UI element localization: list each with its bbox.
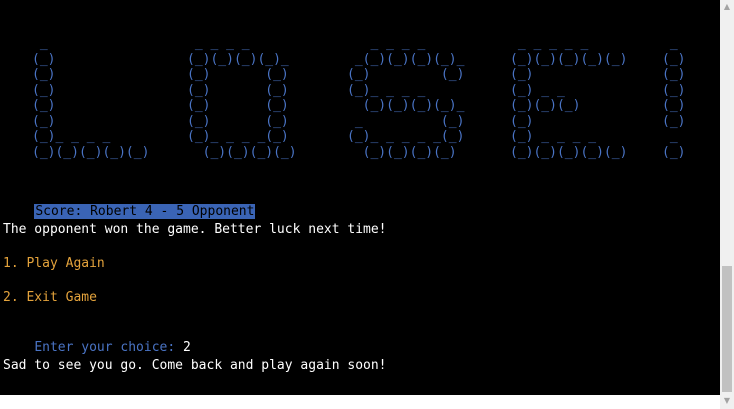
banner-letter-l: _ (_) (_) (_) (_) (_) (_)_ _ _ _ (_)(_)(… — [32, 36, 150, 160]
result-message: The opponent won the game. Better luck n… — [3, 222, 387, 237]
scroll-up-arrow-icon[interactable]: ▲ — [720, 0, 734, 14]
choice-input-value[interactable]: 2 — [183, 340, 191, 355]
scrollbar-thumb[interactable] — [722, 266, 732, 392]
banner-letter-s: _ _ _ _ _(_)(_)(_)(_)_ (_) (_) (_)_ _ _ … — [347, 36, 465, 160]
loser-banner: _ (_) (_) (_) (_) (_) (_)_ _ _ _ (_)(_)(… — [32, 36, 692, 176]
banner-letter-bang: _ (_) (_) (_) (_) (_) _ (_) — [662, 36, 686, 160]
banner-letter-e: _ _ _ _ _ (_)(_)(_)(_)(_) (_) (_) _ _ (_… — [510, 36, 628, 160]
terminal-window[interactable]: _ (_) (_) (_) (_) (_) (_)_ _ _ _ (_)(_)(… — [0, 0, 720, 395]
scroll-down-arrow-icon[interactable]: ▼ — [720, 394, 734, 408]
menu-option-play-again: 1. Play Again — [3, 256, 105, 271]
vertical-scrollbar[interactable]: ▲ ▼ — [720, 0, 734, 409]
farewell-message: Sad to see you go. Come back and play ag… — [3, 358, 387, 373]
menu-option-exit-game: 2. Exit Game — [3, 290, 97, 305]
banner-letter-o: _ _ _ _ (_)(_)(_)(_)_ (_) (_) (_) (_) (_… — [187, 36, 297, 160]
choice-prompt-label: Enter your choice: — [34, 340, 184, 355]
score-text: Score: Robert 4 - 5 Opponent — [34, 204, 256, 219]
